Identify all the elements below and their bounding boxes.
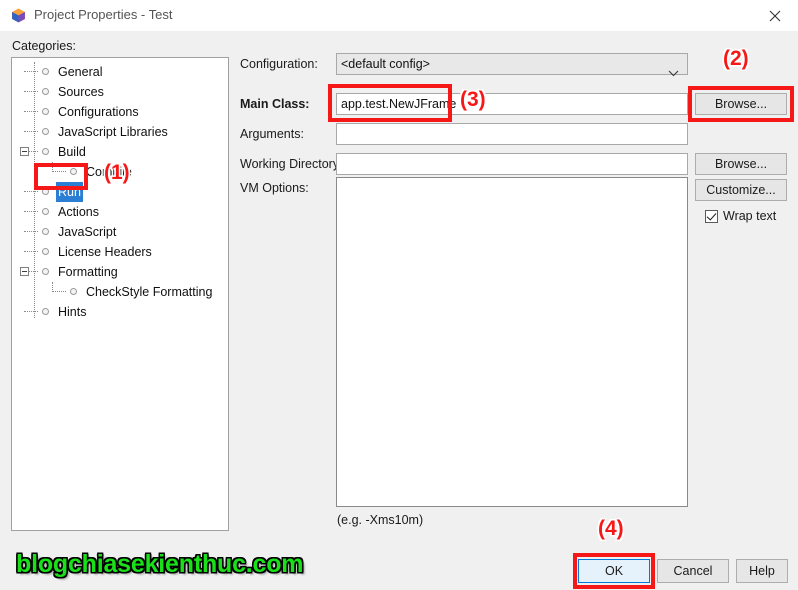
tree-connector bbox=[24, 211, 38, 213]
working-directory-label: Working Directory: bbox=[240, 157, 343, 171]
sidebar-item-checkstyle-formatting[interactable]: CheckStyle Formatting bbox=[12, 282, 228, 302]
tree-connector bbox=[24, 251, 38, 253]
tree-connector-vertical bbox=[52, 282, 54, 292]
vm-options-hint: (e.g. -Xms10m) bbox=[337, 513, 424, 527]
configuration-label: Configuration: bbox=[240, 57, 318, 71]
sidebar-item-label: Formatting bbox=[58, 265, 118, 279]
sidebar-item-configurations[interactable]: Configurations bbox=[12, 102, 228, 122]
categories-label: Categories: bbox=[12, 39, 76, 53]
tree-node-icon bbox=[42, 68, 49, 75]
arguments-input[interactable] bbox=[336, 123, 688, 145]
tree-connector bbox=[24, 71, 38, 73]
sidebar-item-label: Configurations bbox=[58, 105, 139, 119]
tree-node-icon bbox=[42, 88, 49, 95]
configuration-value: <default config> bbox=[341, 57, 430, 71]
main-class-browse-button[interactable]: Browse... bbox=[695, 93, 787, 115]
sidebar-item-javascript-libraries[interactable]: JavaScript Libraries bbox=[12, 122, 228, 142]
sidebar-item-label: Actions bbox=[58, 205, 99, 219]
tree-connector bbox=[24, 311, 38, 313]
tree-connector bbox=[52, 291, 66, 293]
sidebar-item-compile[interactable]: Compile bbox=[12, 162, 228, 182]
help-button[interactable]: Help bbox=[736, 559, 788, 583]
tree-node-icon bbox=[42, 308, 49, 315]
main-class-value: app.test.NewJFrame bbox=[341, 97, 457, 111]
title-bar: Project Properties - Test bbox=[0, 0, 798, 32]
netbeans-cube-icon bbox=[10, 7, 27, 24]
tree-node-icon bbox=[70, 168, 77, 175]
vm-options-customize-button[interactable]: Customize... bbox=[695, 179, 787, 201]
sidebar-item-javascript[interactable]: JavaScript bbox=[12, 222, 228, 242]
sidebar-item-formatting[interactable]: Formatting bbox=[12, 262, 228, 282]
tree-node-icon bbox=[42, 108, 49, 115]
sidebar-item-sources[interactable]: Sources bbox=[12, 82, 228, 102]
vm-options-textarea[interactable] bbox=[336, 177, 688, 507]
project-properties-dialog: Project Properties - Test Categories: Ge… bbox=[0, 0, 798, 590]
sidebar-item-actions[interactable]: Actions bbox=[12, 202, 228, 222]
main-class-label: Main Class: bbox=[240, 97, 310, 111]
cancel-button[interactable]: Cancel bbox=[657, 559, 729, 583]
configuration-select[interactable]: <default config> bbox=[336, 53, 688, 77]
tree-connector bbox=[52, 171, 66, 173]
arguments-label: Arguments: bbox=[240, 127, 304, 141]
tree-expander-icon[interactable] bbox=[20, 147, 29, 156]
wrap-text-label: Wrap text bbox=[723, 209, 777, 223]
annotation-number-4: (4) bbox=[598, 517, 624, 540]
tree-connector bbox=[24, 111, 38, 113]
close-icon[interactable] bbox=[752, 0, 798, 31]
sidebar-item-label: License Headers bbox=[58, 245, 152, 259]
tree-connector bbox=[24, 231, 38, 233]
tree-connector bbox=[24, 91, 38, 93]
ok-button[interactable]: OK bbox=[578, 559, 650, 583]
tree-rows: General Sources Configurations JavaScript L… bbox=[12, 62, 228, 322]
tree-node-icon bbox=[42, 228, 49, 235]
sidebar-item-label: Sources bbox=[58, 85, 104, 99]
working-directory-browse-button[interactable]: Browse... bbox=[695, 153, 787, 175]
sidebar-item-build[interactable]: Build bbox=[12, 142, 228, 162]
tree-node-icon bbox=[42, 148, 49, 155]
sidebar-item-hints[interactable]: Hints bbox=[12, 302, 228, 322]
dialog-content: Categories: General Sources Configurations… bbox=[0, 31, 798, 590]
tree-node-icon bbox=[42, 208, 49, 215]
sidebar-item-label: Hints bbox=[58, 305, 87, 319]
tree-expander-icon[interactable] bbox=[20, 267, 29, 276]
tree-connector bbox=[24, 191, 38, 193]
wrap-text-checkbox[interactable]: Wrap text bbox=[705, 209, 776, 223]
annotation-number-2: (2) bbox=[723, 47, 749, 70]
chevron-down-icon bbox=[668, 63, 679, 83]
tree-node-icon bbox=[42, 248, 49, 255]
tree-node-icon bbox=[42, 188, 49, 195]
sidebar-item-general[interactable]: General bbox=[12, 62, 228, 82]
vm-options-label: VM Options: bbox=[240, 181, 309, 195]
categories-tree[interactable]: General Sources Configurations JavaScript L… bbox=[11, 57, 229, 531]
working-directory-input[interactable] bbox=[336, 153, 688, 175]
watermark: blogchiasekienthuc.com bbox=[16, 550, 304, 578]
window-title: Project Properties - Test bbox=[34, 7, 173, 22]
tree-node-icon bbox=[70, 288, 77, 295]
tree-node-icon bbox=[42, 128, 49, 135]
tree-node-icon bbox=[42, 268, 49, 275]
sidebar-item-label: General bbox=[58, 65, 103, 79]
sidebar-item-label: Build bbox=[58, 145, 86, 159]
tree-connector-vertical bbox=[52, 162, 54, 172]
main-class-input[interactable]: app.test.NewJFrame bbox=[336, 93, 688, 115]
sidebar-item-label: JavaScript Libraries bbox=[58, 125, 168, 139]
sidebar-item-label: JavaScript bbox=[58, 225, 117, 239]
sidebar-item-label: Compile bbox=[86, 165, 132, 179]
sidebar-item-license-headers[interactable]: License Headers bbox=[12, 242, 228, 262]
sidebar-item-label: Run bbox=[56, 182, 83, 202]
sidebar-item-run[interactable]: Run bbox=[12, 182, 228, 202]
sidebar-item-label: CheckStyle Formatting bbox=[86, 285, 213, 299]
checkmark-icon bbox=[705, 209, 718, 223]
tree-connector bbox=[24, 131, 38, 133]
